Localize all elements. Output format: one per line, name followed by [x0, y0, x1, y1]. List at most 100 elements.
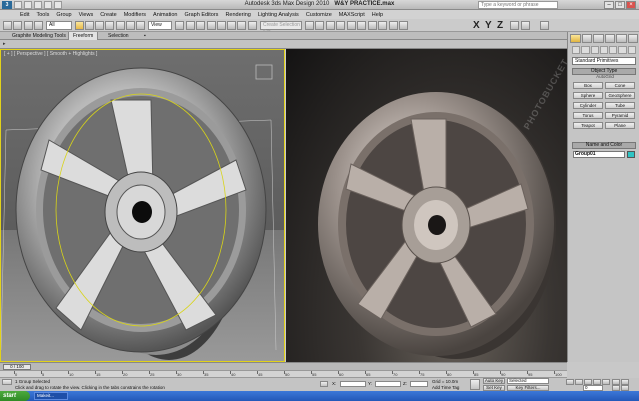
render-setup-icon[interactable]: [378, 21, 387, 30]
key-mode-dropdown[interactable]: Selected: [507, 378, 549, 384]
select-move-icon[interactable]: [116, 21, 125, 30]
primitive-tube-button[interactable]: Tube: [605, 102, 635, 109]
set-key-big-icon[interactable]: [470, 379, 480, 390]
select-scale-icon[interactable]: [136, 21, 145, 30]
go-to-end-icon[interactable]: [602, 379, 610, 385]
perspective-viewport[interactable]: [ + ] [ Perspective ] [ Smooth + Highlig…: [0, 49, 285, 362]
menu-item-group[interactable]: Group: [56, 12, 71, 18]
axis-xy-icon[interactable]: [510, 21, 519, 30]
primitive-cylinder-button[interactable]: Cylinder: [573, 102, 603, 109]
snaps-toggle-icon[interactable]: [207, 21, 216, 30]
tab-graphite-modeling-tools[interactable]: Graphite Modeling Tools: [8, 32, 70, 40]
primitive-teapot-button[interactable]: Teapot: [573, 122, 603, 129]
render-production-icon[interactable]: [399, 21, 408, 30]
window-crossing-icon[interactable]: [105, 21, 114, 30]
link-icon[interactable]: [24, 21, 33, 30]
start-button[interactable]: start: [0, 391, 30, 401]
autogrid-checkbox[interactable]: AutoGrid: [574, 74, 636, 79]
menu-item-maxscript[interactable]: MAXScript: [339, 12, 365, 18]
menu-item-rendering[interactable]: Rendering: [225, 12, 250, 18]
redo-scene-icon[interactable]: [13, 21, 22, 30]
select-rotate-icon[interactable]: [126, 21, 135, 30]
keyboard-shortcut-icon[interactable]: [196, 21, 205, 30]
shapes-icon[interactable]: [581, 46, 590, 54]
tab-freeform[interactable]: Freeform: [68, 32, 99, 40]
select-manipulate-icon[interactable]: [186, 21, 195, 30]
primitive-sphere-button[interactable]: Sphere: [573, 92, 603, 99]
extra-tool-icon[interactable]: [540, 21, 549, 30]
menu-item-lighting-analysis[interactable]: Lighting Analysis: [258, 12, 299, 18]
display-tab-icon[interactable]: [616, 34, 627, 43]
axis-y-label[interactable]: Y: [485, 20, 492, 31]
menu-item-tools[interactable]: Tools: [36, 12, 49, 18]
percent-snap-icon[interactable]: [227, 21, 236, 30]
lock-selection-icon[interactable]: [320, 381, 328, 387]
axis-constraint-icon[interactable]: [521, 21, 530, 30]
graphite-toggle-icon[interactable]: [336, 21, 345, 30]
primitive-geosphere-button[interactable]: GeoSphere: [605, 92, 635, 99]
select-object-icon[interactable]: [75, 21, 84, 30]
object-color-swatch[interactable]: [627, 151, 635, 158]
selection-filter-dropdown[interactable]: All: [46, 21, 72, 30]
axis-x-label[interactable]: X: [473, 20, 480, 31]
primitive-cone-button[interactable]: Cone: [605, 82, 635, 89]
menu-item-modifiers[interactable]: Modifiers: [124, 12, 146, 18]
track-bar[interactable]: 0 5 10 15 20 25 30 35 40 45 50 55 60 65 70 75 80 85 90 95 10…: [0, 370, 567, 378]
primitive-plane-button[interactable]: Plane: [605, 122, 635, 129]
layer-manager-icon[interactable]: [326, 21, 335, 30]
primitive-category-dropdown[interactable]: Standard Primitives: [572, 57, 636, 65]
mirror-icon[interactable]: [305, 21, 314, 30]
angle-snap-icon[interactable]: [217, 21, 226, 30]
menu-item-graph-editors[interactable]: Graph Editors: [185, 12, 219, 18]
edit-named-selection-icon[interactable]: [248, 21, 257, 30]
auto-key-button[interactable]: Auto Key: [483, 378, 505, 384]
helpers-icon[interactable]: [609, 46, 618, 54]
systems-icon[interactable]: [627, 46, 636, 54]
rendered-frame-icon[interactable]: [389, 21, 398, 30]
create-tab-icon[interactable]: [570, 34, 581, 43]
time-slider[interactable]: 0 / 100: [0, 362, 567, 370]
select-by-name-icon[interactable]: [85, 21, 94, 30]
primitive-torus-button[interactable]: Torus: [573, 112, 603, 119]
add-time-tag[interactable]: Add Time Tag: [432, 385, 459, 390]
material-editor-icon[interactable]: [368, 21, 377, 30]
close-button[interactable]: ×: [626, 1, 636, 9]
geometry-icon[interactable]: [572, 46, 581, 54]
go-to-start-icon[interactable]: [566, 379, 574, 385]
tab-selection[interactable]: Selection: [104, 32, 133, 40]
lights-icon[interactable]: [590, 46, 599, 54]
primitive-pyramid-button[interactable]: Pyramid: [605, 112, 635, 119]
spinner-snap-icon[interactable]: [237, 21, 246, 30]
y-coord-field[interactable]: [375, 381, 401, 387]
maxscript-listener-button[interactable]: [2, 379, 12, 385]
object-name-input[interactable]: Group01: [573, 151, 625, 158]
reference-coord-dropdown[interactable]: View: [148, 21, 172, 30]
hierarchy-tab-icon[interactable]: [593, 34, 604, 43]
ribbon-options-icon[interactable]: ▪: [140, 32, 150, 40]
menu-item-animation[interactable]: Animation: [153, 12, 177, 18]
axis-z-label[interactable]: Z: [497, 20, 503, 31]
menu-item-edit[interactable]: Edit: [20, 12, 29, 18]
schematic-view-icon[interactable]: [357, 21, 366, 30]
unlink-icon[interactable]: [34, 21, 43, 30]
z-coord-field[interactable]: [410, 381, 428, 387]
menu-item-help[interactable]: Help: [372, 12, 383, 18]
minimize-button[interactable]: –: [604, 1, 614, 9]
rendered-view[interactable]: PHOTOBUCKET: [286, 49, 567, 362]
motion-tab-icon[interactable]: [604, 34, 615, 43]
utilities-tab-icon[interactable]: [627, 34, 638, 43]
named-selection-dropdown[interactable]: Create Selection Set: [260, 21, 302, 35]
align-icon[interactable]: [315, 21, 324, 30]
menu-item-customize[interactable]: Customize: [306, 12, 332, 18]
pivot-center-icon[interactable]: [175, 21, 184, 30]
menu-item-create[interactable]: Create: [100, 12, 117, 18]
space-warps-icon[interactable]: [618, 46, 627, 54]
curve-editor-icon[interactable]: [347, 21, 356, 30]
cameras-icon[interactable]: [599, 46, 609, 54]
previous-frame-icon[interactable]: [575, 379, 583, 385]
maximize-button[interactable]: □: [615, 1, 625, 9]
x-coord-field[interactable]: [340, 381, 366, 387]
help-search-input[interactable]: [478, 1, 558, 9]
menu-item-views[interactable]: Views: [79, 12, 94, 18]
rectangular-selection-icon[interactable]: [95, 21, 104, 30]
